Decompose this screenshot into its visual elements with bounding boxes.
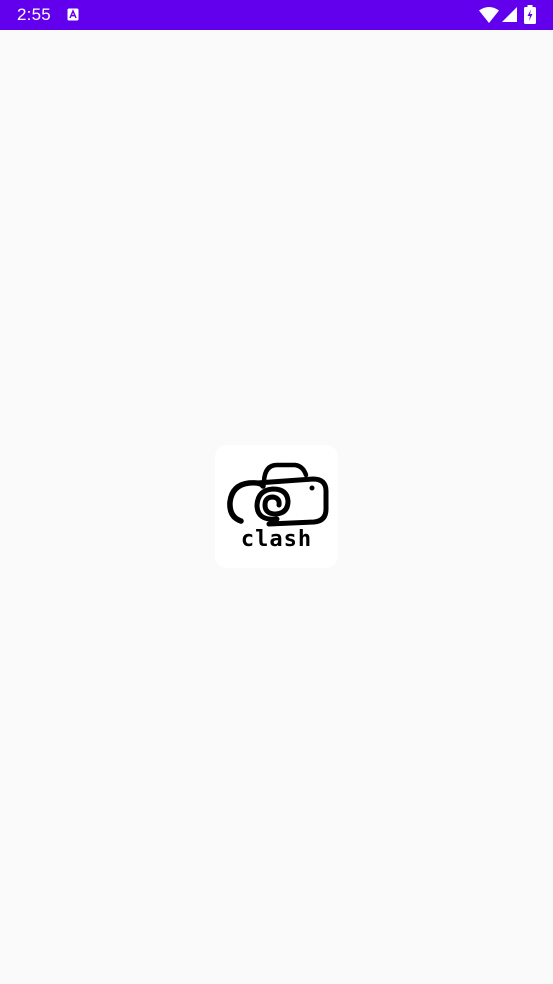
logo-text: clash [240, 527, 313, 552]
splash-content: clash [0, 30, 553, 984]
camera-icon [227, 462, 329, 527]
status-time: 2:55 [17, 5, 51, 24]
splash-screen: 2:55 clash [0, 0, 553, 984]
status-bar: 2:55 [0, 0, 553, 30]
wifi-icon [479, 7, 499, 23]
cellular-signal-icon [502, 7, 517, 22]
app-logo: clash [215, 445, 338, 568]
battery-charging-icon [524, 5, 536, 24]
a-notification-icon [67, 8, 79, 21]
